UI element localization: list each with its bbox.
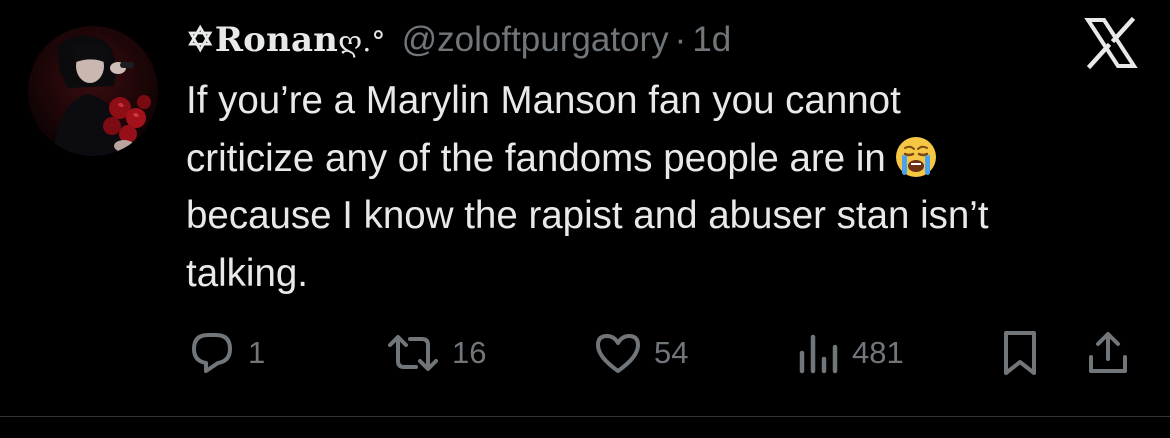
avatar-image <box>28 26 158 156</box>
reply-button[interactable]: 1 <box>188 328 265 378</box>
views-chart-icon <box>799 334 838 374</box>
timestamp[interactable]: 1d <box>692 20 731 60</box>
tweet-header: ✡Ronanღ.° @zoloftpurgatory · 1d <box>186 14 731 66</box>
retweet-icon <box>388 335 438 371</box>
views-button[interactable]: 481 <box>796 328 904 378</box>
separator-dot: · <box>674 20 687 59</box>
reply-icon <box>192 333 232 373</box>
like-button[interactable]: 54 <box>594 328 688 378</box>
x-logo-icon <box>1082 14 1140 72</box>
display-name[interactable]: ✡Ronanღ.° <box>186 20 386 60</box>
bookmark-button[interactable] <box>998 328 1042 378</box>
retweet-button[interactable]: 16 <box>386 328 486 378</box>
share-button[interactable] <box>1086 328 1130 378</box>
tweet-line-4: talking. <box>186 251 308 295</box>
action-bar: 1 16 54 481 <box>0 328 1170 378</box>
views-count: 481 <box>852 335 904 370</box>
avatar[interactable] <box>28 26 158 156</box>
tweet-line-2: criticize any of the fandoms people are … <box>186 136 886 180</box>
heart-icon <box>596 334 640 373</box>
user-handle[interactable]: @zoloftpurgatory <box>402 20 669 60</box>
loudly-crying-face-icon <box>894 135 938 179</box>
tweet[interactable]: ✡Ronanღ.° @zoloftpurgatory · 1d If you’r… <box>0 0 1170 438</box>
tweet-text: If you’re a Marylin Manson fan you canno… <box>186 72 1146 302</box>
tweet-line-1: If you’re a Marylin Manson fan you canno… <box>186 79 901 122</box>
tweet-line-3: because I know the rapist and abuser sta… <box>186 194 989 237</box>
retweet-count: 16 <box>452 335 487 370</box>
bookmark-icon <box>1004 331 1036 375</box>
share-icon <box>1089 332 1127 373</box>
like-count: 54 <box>654 335 689 370</box>
divider <box>0 416 1170 417</box>
reply-count: 1 <box>248 335 266 370</box>
